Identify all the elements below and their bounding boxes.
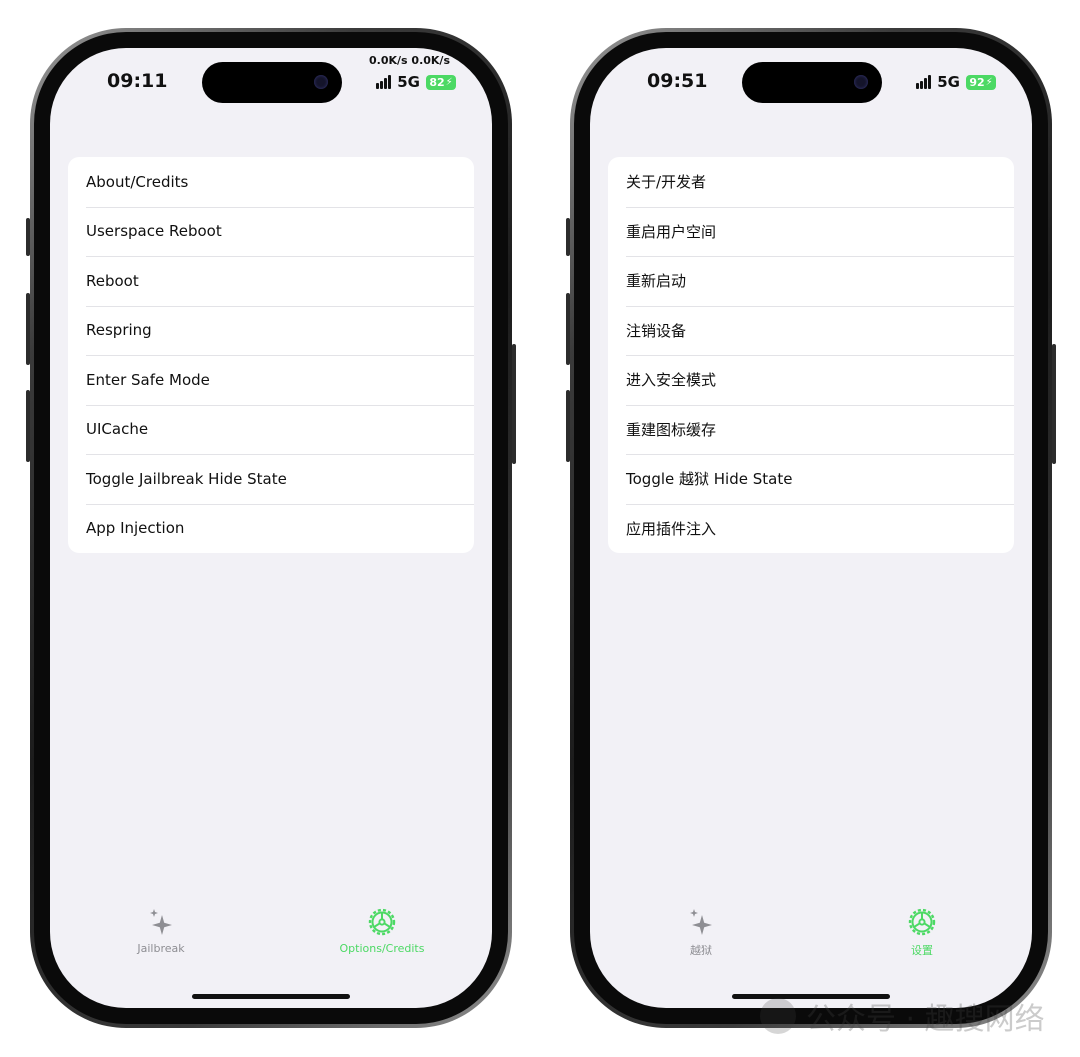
status-time: 09:11 — [107, 70, 168, 92]
home-indicator[interactable] — [192, 994, 350, 999]
sparkles-icon — [150, 909, 172, 935]
tab-label: 设置 — [911, 944, 933, 957]
menu-item-userspace-reboot[interactable]: Userspace Reboot — [68, 206, 474, 257]
options-list: About/Credits Userspace Reboot Reboot Re… — [68, 157, 474, 553]
battery-icon: 82 ⚡ — [426, 74, 456, 90]
battery-level: 82 — [429, 75, 445, 89]
menu-item-respring[interactable]: 注销设备 — [608, 305, 1014, 356]
menu-item-reboot[interactable]: Reboot — [68, 256, 474, 306]
battery-level: 92 — [969, 75, 985, 89]
menu-item-about-credits[interactable]: 关于/开发者 — [608, 157, 1014, 207]
network-speed: 0.0K/s 0.0K/s — [369, 54, 450, 67]
phone-right: 09:51 5G 92 ⚡ 关于/开发者 重启用户空间 重新启动 注销设备 进入安… — [566, 28, 1056, 1028]
gear-icon — [908, 908, 936, 936]
menu-item-uicache[interactable]: UICache — [68, 404, 474, 455]
menu-item-app-injection[interactable]: App Injection — [68, 503, 474, 554]
tab-bar: Jailbreak Options/Credits — [50, 906, 492, 986]
dynamic-island — [202, 62, 342, 103]
tab-label: Options/Credits — [339, 942, 425, 955]
options-list: 关于/开发者 重启用户空间 重新启动 注销设备 进入安全模式 重建图标缓存 To… — [608, 157, 1014, 553]
bezel: 09:11 0.0K/s 0.0K/s 5G 82 ⚡ About/Credits… — [34, 32, 508, 1024]
camera-icon — [314, 75, 328, 89]
menu-item-app-injection[interactable]: 应用插件注入 — [608, 503, 1014, 554]
menu-item-respring[interactable]: Respring — [68, 305, 474, 356]
bezel: 09:51 5G 92 ⚡ 关于/开发者 重启用户空间 重新启动 注销设备 进入安… — [574, 32, 1048, 1024]
battery-icon: 92 ⚡ — [966, 74, 996, 90]
tab-options-credits[interactable]: Options/Credits — [322, 906, 442, 955]
menu-item-safe-mode[interactable]: 进入安全模式 — [608, 355, 1014, 405]
menu-item-uicache[interactable]: 重建图标缓存 — [608, 404, 1014, 455]
volume-up-button — [26, 293, 30, 365]
menu-item-safe-mode[interactable]: Enter Safe Mode — [68, 355, 474, 405]
phone-left: 09:11 0.0K/s 0.0K/s 5G 82 ⚡ About/Credits… — [26, 28, 516, 1028]
watermark: 公众号 · 趣搜网络 — [760, 994, 1045, 1038]
signal-icon — [916, 75, 932, 89]
menu-item-toggle-hide-state[interactable]: Toggle 越狱 Hide State — [608, 454, 1014, 504]
watermark-text: 公众号 · 趣搜网络 — [806, 1002, 1045, 1037]
status-time: 09:51 — [647, 70, 708, 92]
sparkles-icon — [690, 909, 712, 935]
tab-label: 越狱 — [690, 944, 712, 957]
screen: 09:51 5G 92 ⚡ 关于/开发者 重启用户空间 重新启动 注销设备 进入安… — [590, 48, 1032, 1008]
screen: 09:11 0.0K/s 0.0K/s 5G 82 ⚡ About/Credits… — [50, 48, 492, 1008]
menu-item-about-credits[interactable]: About/Credits — [68, 157, 474, 207]
menu-item-reboot[interactable]: 重新启动 — [608, 256, 1014, 306]
volume-down-button — [566, 390, 570, 462]
status-right: 5G 92 ⚡ — [916, 73, 996, 91]
mute-switch — [26, 218, 30, 256]
tab-label: Jailbreak — [137, 942, 185, 955]
network-type: 5G — [937, 73, 960, 91]
volume-down-button — [26, 390, 30, 462]
wechat-icon — [760, 998, 796, 1034]
mute-switch — [566, 218, 570, 256]
signal-icon — [376, 75, 392, 89]
power-button — [1052, 344, 1056, 464]
menu-item-toggle-hide-state[interactable]: Toggle Jailbreak Hide State — [68, 454, 474, 504]
charging-bolt-icon: ⚡ — [985, 76, 993, 88]
volume-up-button — [566, 293, 570, 365]
tab-settings[interactable]: 设置 — [862, 906, 982, 958]
power-button — [512, 344, 516, 464]
tab-bar: 越狱 设置 — [590, 906, 1032, 986]
menu-item-userspace-reboot[interactable]: 重启用户空间 — [608, 206, 1014, 257]
tab-jailbreak[interactable]: 越狱 — [641, 906, 761, 958]
camera-icon — [854, 75, 868, 89]
network-type: 5G — [397, 73, 420, 91]
charging-bolt-icon: ⚡ — [445, 76, 453, 88]
dynamic-island — [742, 62, 882, 103]
status-right: 5G 82 ⚡ — [376, 73, 456, 91]
tab-jailbreak[interactable]: Jailbreak — [101, 906, 221, 955]
gear-icon — [368, 908, 396, 936]
